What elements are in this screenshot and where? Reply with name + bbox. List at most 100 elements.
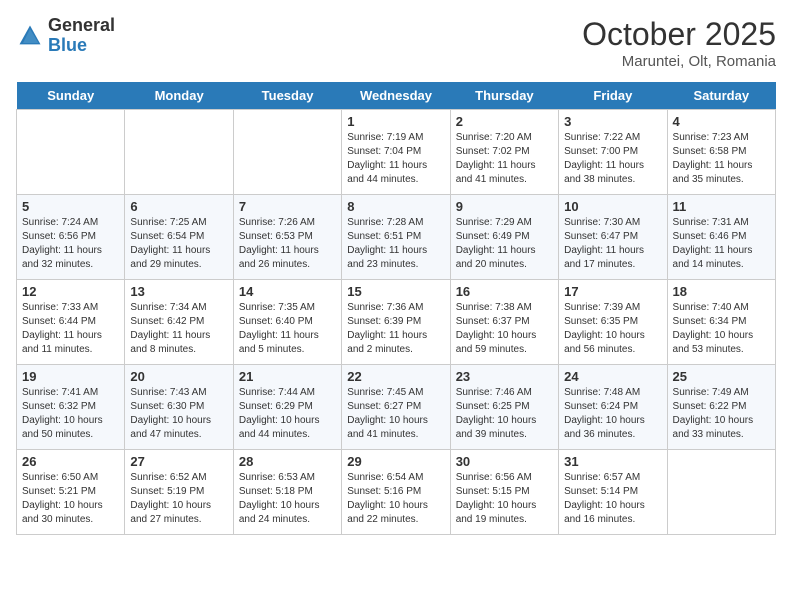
day-number: 12 — [22, 284, 119, 299]
calendar-cell: 14 Sunrise: 7:35 AMSunset: 6:40 PMDaylig… — [233, 280, 341, 365]
day-number: 30 — [456, 454, 553, 469]
day-number: 7 — [239, 199, 336, 214]
day-number: 6 — [130, 199, 227, 214]
calendar-cell: 29 Sunrise: 6:54 AMSunset: 5:16 PMDaylig… — [342, 450, 450, 535]
calendar-cell: 13 Sunrise: 7:34 AMSunset: 6:42 PMDaylig… — [125, 280, 233, 365]
day-number: 27 — [130, 454, 227, 469]
calendar-cell: 20 Sunrise: 7:43 AMSunset: 6:30 PMDaylig… — [125, 365, 233, 450]
day-info: Sunrise: 7:28 AMSunset: 6:51 PMDaylight:… — [347, 217, 427, 270]
calendar-cell: 28 Sunrise: 6:53 AMSunset: 5:18 PMDaylig… — [233, 450, 341, 535]
day-info: Sunrise: 7:39 AMSunset: 6:35 PMDaylight:… — [564, 302, 645, 355]
day-number: 28 — [239, 454, 336, 469]
day-number: 8 — [347, 199, 444, 214]
day-number: 24 — [564, 369, 661, 384]
calendar-cell: 30 Sunrise: 6:56 AMSunset: 5:15 PMDaylig… — [450, 450, 558, 535]
page-header: General Blue October 2025 Maruntei, Olt,… — [16, 16, 776, 70]
calendar-cell: 12 Sunrise: 7:33 AMSunset: 6:44 PMDaylig… — [17, 280, 125, 365]
calendar-week-row: 1 Sunrise: 7:19 AMSunset: 7:04 PMDayligh… — [17, 110, 776, 195]
day-info: Sunrise: 7:46 AMSunset: 6:25 PMDaylight:… — [456, 387, 537, 440]
calendar-cell: 17 Sunrise: 7:39 AMSunset: 6:35 PMDaylig… — [559, 280, 667, 365]
day-number: 3 — [564, 114, 661, 129]
calendar-cell — [125, 110, 233, 195]
calendar-cell: 31 Sunrise: 6:57 AMSunset: 5:14 PMDaylig… — [559, 450, 667, 535]
calendar-cell: 3 Sunrise: 7:22 AMSunset: 7:00 PMDayligh… — [559, 110, 667, 195]
calendar-cell: 16 Sunrise: 7:38 AMSunset: 6:37 PMDaylig… — [450, 280, 558, 365]
calendar-cell — [17, 110, 125, 195]
weekday-header-saturday: Saturday — [667, 82, 775, 110]
calendar-cell: 2 Sunrise: 7:20 AMSunset: 7:02 PMDayligh… — [450, 110, 558, 195]
day-info: Sunrise: 7:26 AMSunset: 6:53 PMDaylight:… — [239, 217, 319, 270]
day-info: Sunrise: 7:31 AMSunset: 6:46 PMDaylight:… — [673, 217, 753, 270]
day-number: 17 — [564, 284, 661, 299]
day-number: 18 — [673, 284, 770, 299]
calendar-cell: 27 Sunrise: 6:52 AMSunset: 5:19 PMDaylig… — [125, 450, 233, 535]
day-number: 19 — [22, 369, 119, 384]
day-info: Sunrise: 7:29 AMSunset: 6:49 PMDaylight:… — [456, 217, 536, 270]
calendar-week-row: 12 Sunrise: 7:33 AMSunset: 6:44 PMDaylig… — [17, 280, 776, 365]
day-info: Sunrise: 7:22 AMSunset: 7:00 PMDaylight:… — [564, 132, 644, 185]
day-number: 4 — [673, 114, 770, 129]
title-block: October 2025 Maruntei, Olt, Romania — [582, 16, 776, 70]
day-number: 23 — [456, 369, 553, 384]
day-info: Sunrise: 7:45 AMSunset: 6:27 PMDaylight:… — [347, 387, 428, 440]
day-number: 9 — [456, 199, 553, 214]
logo-blue-text: Blue — [48, 36, 115, 56]
calendar-week-row: 5 Sunrise: 7:24 AMSunset: 6:56 PMDayligh… — [17, 195, 776, 280]
calendar-cell: 24 Sunrise: 7:48 AMSunset: 6:24 PMDaylig… — [559, 365, 667, 450]
day-info: Sunrise: 7:20 AMSunset: 7:02 PMDaylight:… — [456, 132, 536, 185]
day-number: 11 — [673, 199, 770, 214]
day-info: Sunrise: 7:30 AMSunset: 6:47 PMDaylight:… — [564, 217, 644, 270]
logo-icon — [16, 22, 44, 50]
day-number: 10 — [564, 199, 661, 214]
day-info: Sunrise: 6:52 AMSunset: 5:19 PMDaylight:… — [130, 472, 211, 525]
calendar-cell — [667, 450, 775, 535]
calendar-cell: 8 Sunrise: 7:28 AMSunset: 6:51 PMDayligh… — [342, 195, 450, 280]
day-info: Sunrise: 7:43 AMSunset: 6:30 PMDaylight:… — [130, 387, 211, 440]
day-number: 5 — [22, 199, 119, 214]
day-info: Sunrise: 7:23 AMSunset: 6:58 PMDaylight:… — [673, 132, 753, 185]
logo: General Blue — [16, 16, 115, 56]
weekday-header-tuesday: Tuesday — [233, 82, 341, 110]
calendar-cell: 21 Sunrise: 7:44 AMSunset: 6:29 PMDaylig… — [233, 365, 341, 450]
calendar-table: SundayMondayTuesdayWednesdayThursdayFrid… — [16, 82, 776, 535]
day-info: Sunrise: 7:19 AMSunset: 7:04 PMDaylight:… — [347, 132, 427, 185]
day-info: Sunrise: 7:48 AMSunset: 6:24 PMDaylight:… — [564, 387, 645, 440]
logo-general-text: General — [48, 16, 115, 36]
day-number: 22 — [347, 369, 444, 384]
day-info: Sunrise: 7:36 AMSunset: 6:39 PMDaylight:… — [347, 302, 427, 355]
day-info: Sunrise: 7:25 AMSunset: 6:54 PMDaylight:… — [130, 217, 210, 270]
day-info: Sunrise: 7:35 AMSunset: 6:40 PMDaylight:… — [239, 302, 319, 355]
calendar-cell: 25 Sunrise: 7:49 AMSunset: 6:22 PMDaylig… — [667, 365, 775, 450]
day-number: 2 — [456, 114, 553, 129]
calendar-cell: 1 Sunrise: 7:19 AMSunset: 7:04 PMDayligh… — [342, 110, 450, 195]
day-number: 1 — [347, 114, 444, 129]
weekday-header-sunday: Sunday — [17, 82, 125, 110]
day-number: 20 — [130, 369, 227, 384]
month-title: October 2025 — [582, 16, 776, 53]
calendar-cell: 15 Sunrise: 7:36 AMSunset: 6:39 PMDaylig… — [342, 280, 450, 365]
weekday-header-row: SundayMondayTuesdayWednesdayThursdayFrid… — [17, 82, 776, 110]
day-info: Sunrise: 7:33 AMSunset: 6:44 PMDaylight:… — [22, 302, 102, 355]
day-info: Sunrise: 7:24 AMSunset: 6:56 PMDaylight:… — [22, 217, 102, 270]
day-number: 13 — [130, 284, 227, 299]
day-info: Sunrise: 6:56 AMSunset: 5:15 PMDaylight:… — [456, 472, 537, 525]
calendar-cell: 7 Sunrise: 7:26 AMSunset: 6:53 PMDayligh… — [233, 195, 341, 280]
calendar-cell: 26 Sunrise: 6:50 AMSunset: 5:21 PMDaylig… — [17, 450, 125, 535]
day-number: 14 — [239, 284, 336, 299]
day-number: 21 — [239, 369, 336, 384]
day-info: Sunrise: 7:44 AMSunset: 6:29 PMDaylight:… — [239, 387, 320, 440]
logo-text: General Blue — [48, 16, 115, 56]
weekday-header-wednesday: Wednesday — [342, 82, 450, 110]
calendar-cell: 5 Sunrise: 7:24 AMSunset: 6:56 PMDayligh… — [17, 195, 125, 280]
weekday-header-thursday: Thursday — [450, 82, 558, 110]
calendar-cell: 23 Sunrise: 7:46 AMSunset: 6:25 PMDaylig… — [450, 365, 558, 450]
calendar-cell: 11 Sunrise: 7:31 AMSunset: 6:46 PMDaylig… — [667, 195, 775, 280]
day-number: 26 — [22, 454, 119, 469]
day-info: Sunrise: 7:38 AMSunset: 6:37 PMDaylight:… — [456, 302, 537, 355]
day-info: Sunrise: 6:57 AMSunset: 5:14 PMDaylight:… — [564, 472, 645, 525]
day-info: Sunrise: 7:41 AMSunset: 6:32 PMDaylight:… — [22, 387, 103, 440]
calendar-cell: 10 Sunrise: 7:30 AMSunset: 6:47 PMDaylig… — [559, 195, 667, 280]
day-info: Sunrise: 7:40 AMSunset: 6:34 PMDaylight:… — [673, 302, 754, 355]
day-number: 31 — [564, 454, 661, 469]
day-info: Sunrise: 6:50 AMSunset: 5:21 PMDaylight:… — [22, 472, 103, 525]
